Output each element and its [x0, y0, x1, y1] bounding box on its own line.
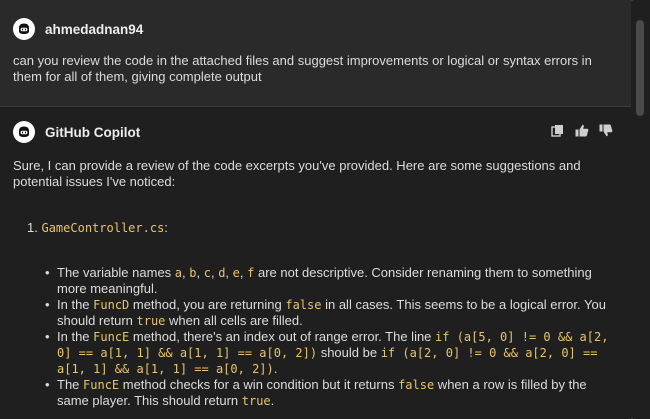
inline-code: FuncE: [83, 378, 120, 392]
inline-code: false: [285, 298, 322, 312]
thumbs-down-icon[interactable]: [599, 124, 615, 138]
assistant-intro-text: Sure, I can provide a review of the code…: [13, 158, 581, 189]
inline-code: FuncE: [93, 330, 130, 344]
bullet-text: when all cells are filled.: [165, 313, 303, 328]
message-actions: [551, 124, 615, 138]
user-message-text: can you review the code in the attached …: [13, 53, 592, 84]
user-header: ahmedadnan94: [13, 18, 143, 40]
copilot-avatar-icon: [13, 121, 35, 143]
item-colon: :: [164, 220, 168, 235]
thumbs-up-icon[interactable]: [575, 124, 591, 138]
bullet-text: method, there's an index out of range er…: [129, 329, 436, 344]
list-item: The FuncE method checks for a win condit…: [45, 377, 615, 409]
bullet-text: method, you are returning: [129, 297, 286, 312]
assistant-message: GitHub Copilot Sure, I can provide a rev…: [0, 107, 631, 419]
file-name-code: GameController.cs: [41, 221, 165, 235]
review-bullets: The variable names a, b, c, d, e, f are …: [45, 265, 615, 409]
bullet-text: .: [273, 361, 278, 376]
list-item: In the FuncD method, you are returning f…: [45, 297, 615, 329]
bullet-text: .: [270, 393, 275, 408]
inline-code: c: [203, 266, 211, 280]
bullet-text: The variable names: [57, 265, 175, 280]
inline-code: e: [232, 266, 240, 280]
list-item: The variable names a, b, c, d, e, f are …: [45, 265, 615, 297]
inline-code: true: [241, 394, 271, 408]
bullet-text: ,: [225, 265, 233, 280]
assistant-header: GitHub Copilot: [13, 121, 140, 143]
inline-code: false: [398, 378, 435, 392]
inline-code: a: [174, 266, 183, 280]
bullet-text: method checks for a win condition but it…: [119, 377, 399, 392]
inline-code: FuncD: [93, 298, 130, 312]
bullet-text: should be: [317, 345, 381, 360]
copilot-avatar-icon: [13, 18, 35, 40]
bullet-text: ,: [196, 265, 204, 280]
review-item-heading: 1. GameController.cs:: [27, 220, 168, 235]
user-name: ahmedadnan94: [45, 21, 144, 37]
bullet-text: The: [57, 377, 84, 392]
assistant-name: GitHub Copilot: [45, 124, 141, 140]
copy-icon[interactable]: [551, 124, 567, 138]
list-item: In the FuncE method, there's an index ou…: [45, 329, 615, 377]
scrollbar-thumb[interactable]: [636, 20, 644, 116]
scrollbar[interactable]: [633, 0, 650, 419]
user-message: ahmedadnan94 can you review the code in …: [0, 0, 631, 107]
bullet-text: In the: [57, 297, 94, 312]
bullet-text: In the: [57, 329, 94, 344]
item-number: 1.: [27, 220, 38, 235]
inline-code: true: [136, 314, 166, 328]
